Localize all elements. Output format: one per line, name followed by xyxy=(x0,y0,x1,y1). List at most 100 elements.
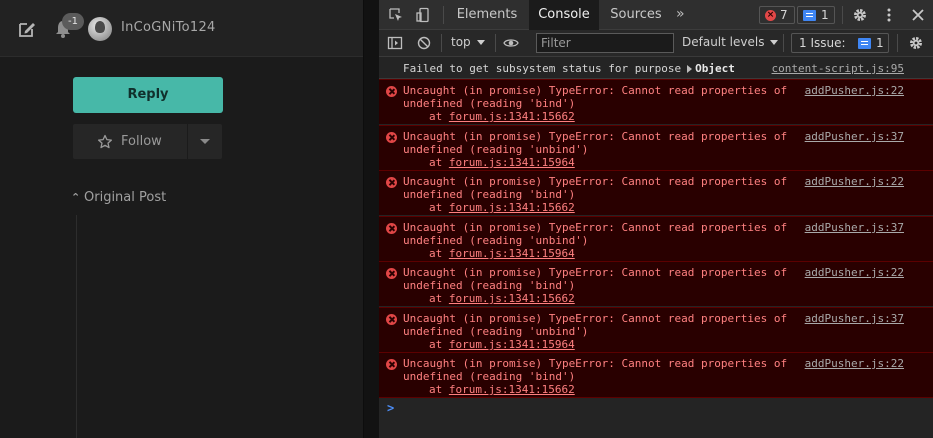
follow-label: Follow xyxy=(121,134,162,149)
notification-badge: -1 xyxy=(62,13,84,30)
double-chevron-up-icon: ⌃ xyxy=(71,191,81,204)
source-link[interactable]: addPusher.js:22 xyxy=(805,357,904,370)
pane-divider[interactable] xyxy=(363,0,379,438)
stack-location-link[interactable]: forum.js:1341:15964 xyxy=(449,156,575,169)
error-text: undefined (reading 'bind') xyxy=(403,97,576,110)
settings-gear-icon[interactable] xyxy=(852,7,868,23)
error-icon xyxy=(386,132,397,143)
object-preview[interactable]: Object xyxy=(695,62,735,75)
original-post-toggle[interactable]: ⌃ Original Post xyxy=(71,190,166,205)
expand-triangle-icon[interactable] xyxy=(687,65,693,73)
error-text: Uncaught (in promise) TypeError: Cannot … xyxy=(403,357,788,370)
tab-console[interactable]: Console xyxy=(529,0,599,30)
thread-line xyxy=(76,215,77,438)
error-icon xyxy=(386,314,397,325)
tab-elements[interactable]: Elements xyxy=(449,0,525,30)
issues-count: 1 xyxy=(876,36,884,50)
context-selector[interactable]: top xyxy=(451,35,485,49)
clear-console-icon[interactable] xyxy=(416,35,432,51)
tab-sources[interactable]: Sources xyxy=(603,0,669,30)
source-link[interactable]: addPusher.js:22 xyxy=(805,175,904,188)
caret-down-icon xyxy=(476,40,485,45)
stack-location-link[interactable]: forum.js:1341:15662 xyxy=(449,201,575,214)
toolbar-separator xyxy=(441,34,442,52)
error-icon xyxy=(386,177,397,188)
console-settings-gear-icon[interactable] xyxy=(908,35,924,51)
stack-at: at xyxy=(429,247,443,260)
stack-at: at xyxy=(429,383,443,396)
sidebar-toggle-icon[interactable] xyxy=(387,35,403,51)
stack-location-link[interactable]: forum.js:1341:15662 xyxy=(449,292,575,305)
source-link[interactable]: addPusher.js:37 xyxy=(805,221,904,234)
stack-at: at xyxy=(429,292,443,305)
toolbar-separator xyxy=(842,6,843,24)
error-text: undefined (reading 'unbind') xyxy=(403,143,589,156)
issue-icon xyxy=(858,38,871,49)
stack-at: at xyxy=(429,156,443,169)
error-counter[interactable]: × 7 xyxy=(759,6,795,24)
reply-button[interactable]: Reply xyxy=(73,77,223,113)
stack-at: at xyxy=(429,201,443,214)
console-error-row: Uncaught (in promise) TypeError: Cannot … xyxy=(379,216,933,261)
live-expression-eye-icon[interactable] xyxy=(503,35,519,51)
log-levels-dropdown[interactable]: Default levels xyxy=(682,35,779,49)
message-icon xyxy=(803,10,816,21)
console-error-row: Uncaught (in promise) TypeError: Cannot … xyxy=(379,307,933,352)
error-text: undefined (reading 'bind') xyxy=(403,279,576,292)
error-icon xyxy=(386,268,397,279)
source-link[interactable]: addPusher.js:22 xyxy=(805,266,904,279)
toolbar-separator xyxy=(495,34,496,52)
star-icon xyxy=(97,134,113,149)
username-link[interactable]: InCoGNiTo124 xyxy=(121,20,216,35)
console-toolbar: top Default levels 1 Issue: 1 xyxy=(379,30,933,57)
issues-label: 1 Issue: xyxy=(799,36,846,50)
source-link[interactable]: addPusher.js:37 xyxy=(805,130,904,143)
device-toolbar-icon[interactable] xyxy=(415,7,431,23)
error-text: Uncaught (in promise) TypeError: Cannot … xyxy=(403,175,788,188)
error-icon xyxy=(386,86,397,97)
error-text: undefined (reading 'bind') xyxy=(403,370,576,383)
follow-button[interactable]: Follow xyxy=(73,124,187,159)
source-link[interactable]: addPusher.js:37 xyxy=(805,312,904,325)
compose-icon[interactable] xyxy=(17,19,37,39)
kebab-menu-icon[interactable] xyxy=(881,7,897,23)
stack-at: at xyxy=(429,338,443,351)
filter-input[interactable] xyxy=(536,33,674,53)
message-counter[interactable]: 1 xyxy=(797,6,835,24)
stack-location-link[interactable]: forum.js:1341:15964 xyxy=(449,247,575,260)
console-output[interactable]: Failed to get subsystem status for purpo… xyxy=(379,57,933,438)
error-text: undefined (reading 'unbind') xyxy=(403,325,589,338)
original-post-label: Original Post xyxy=(84,190,167,205)
context-label: top xyxy=(451,35,471,49)
error-icon: × xyxy=(765,10,776,21)
close-icon[interactable] xyxy=(910,7,926,23)
more-tabs-icon[interactable]: » xyxy=(676,6,685,22)
stack-location-link[interactable]: forum.js:1341:15662 xyxy=(449,383,575,396)
stack-location-link[interactable]: forum.js:1341:15964 xyxy=(449,338,575,351)
stack-location-link[interactable]: forum.js:1341:15662 xyxy=(449,110,575,123)
console-error-row: Uncaught (in promise) TypeError: Cannot … xyxy=(379,125,933,170)
error-text: Uncaught (in promise) TypeError: Cannot … xyxy=(403,130,788,143)
error-icon xyxy=(386,359,397,370)
avatar[interactable] xyxy=(88,17,112,41)
console-prompt[interactable]: > xyxy=(387,401,394,415)
console-error-row: Uncaught (in promise) TypeError: Cannot … xyxy=(379,261,933,306)
console-error-row: Uncaught (in promise) TypeError: Cannot … xyxy=(379,352,933,398)
source-link[interactable]: addPusher.js:22 xyxy=(805,84,904,97)
error-text: Uncaught (in promise) TypeError: Cannot … xyxy=(403,84,788,97)
error-count: 7 xyxy=(780,8,788,22)
inspect-element-icon[interactable] xyxy=(388,7,404,23)
toolbar-separator xyxy=(783,34,784,52)
follow-options-button[interactable] xyxy=(188,124,222,159)
source-link[interactable]: content-script.js:95 xyxy=(772,62,904,75)
error-text: undefined (reading 'bind') xyxy=(403,188,576,201)
forum-pane: -1 InCoGNiTo124 Reply Follow ⌃ Original P… xyxy=(0,0,363,438)
console-message-info: Failed to get subsystem status for purpo… xyxy=(379,57,933,79)
levels-label: Default levels xyxy=(682,35,765,49)
info-message: Failed to get subsystem status for purpo… xyxy=(403,62,682,75)
error-text: undefined (reading 'unbind') xyxy=(403,234,589,247)
console-error-row: Uncaught (in promise) TypeError: Cannot … xyxy=(379,79,933,124)
issues-button[interactable]: 1 Issue: 1 xyxy=(791,33,889,53)
error-text: Uncaught (in promise) TypeError: Cannot … xyxy=(403,312,788,325)
stack-at: at xyxy=(429,110,443,123)
